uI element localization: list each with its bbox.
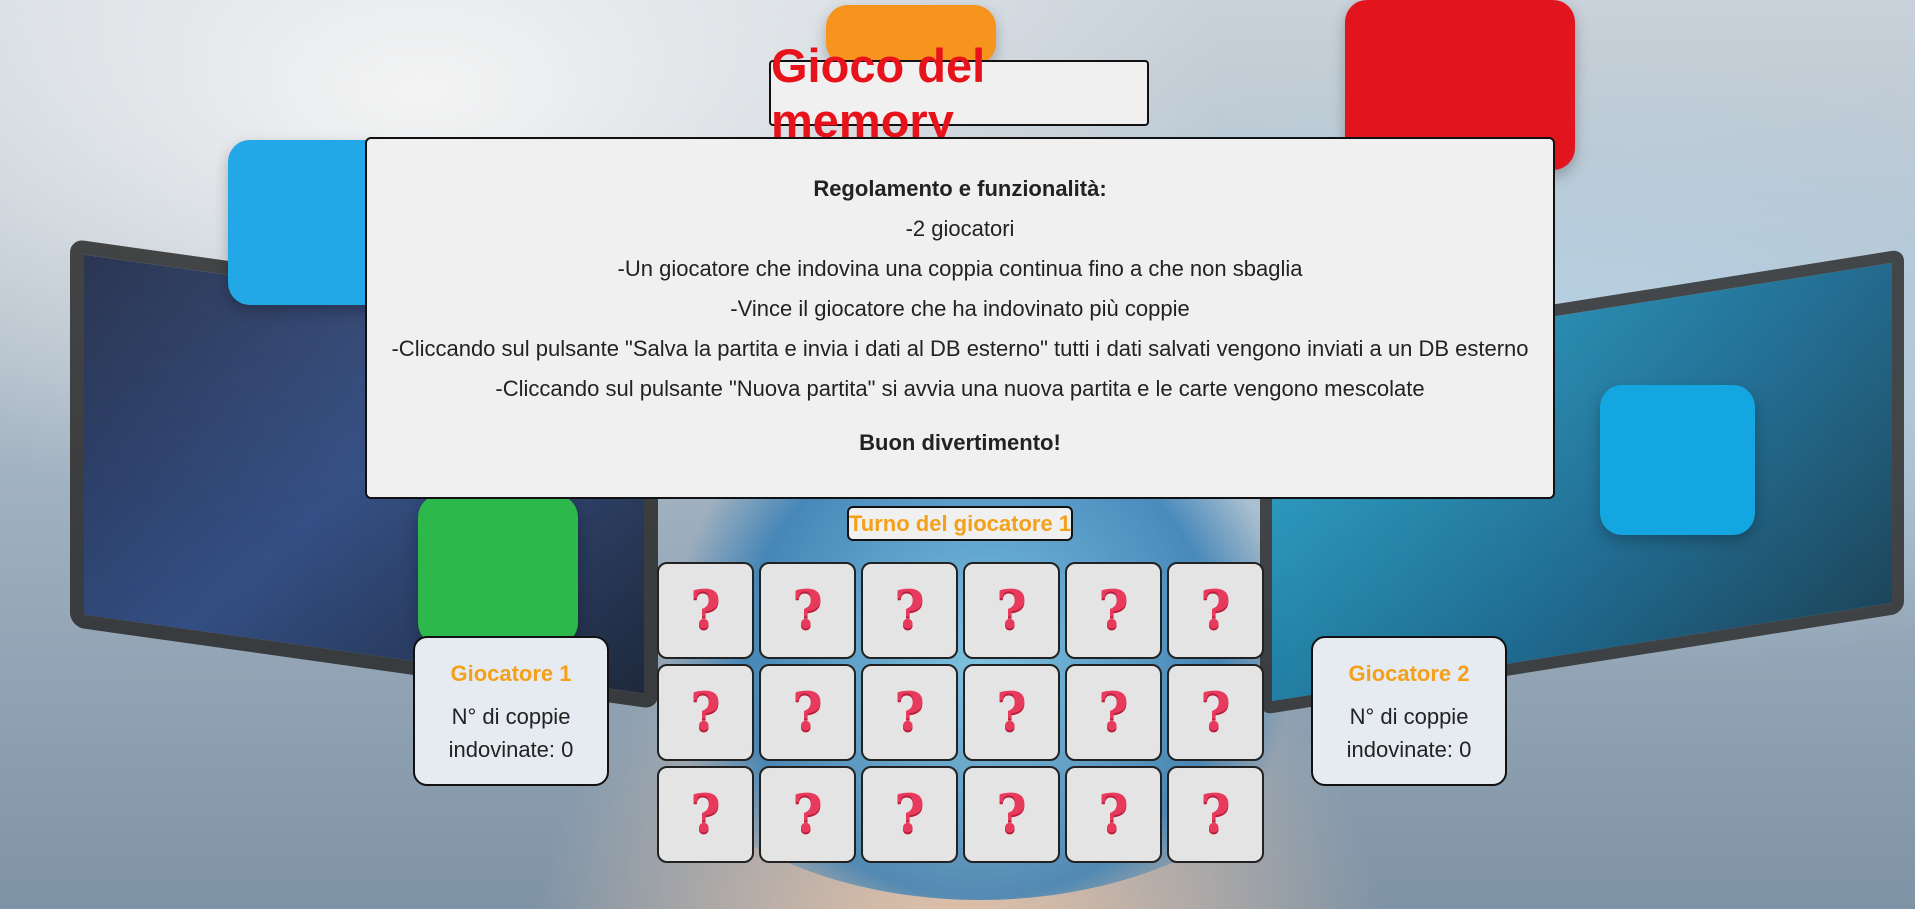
question-mark-icon: ? [1200, 682, 1231, 743]
background-chat-app-icon [228, 140, 388, 305]
memory-card[interactable]: ? [1065, 664, 1162, 761]
memory-card[interactable]: ? [861, 766, 958, 863]
question-mark-icon: ? [1098, 682, 1129, 743]
question-mark-icon: ? [996, 784, 1027, 845]
rules-line: -2 giocatori [905, 216, 1015, 241]
memory-card[interactable]: ? [657, 562, 754, 659]
player-2-score: N° di coppie indovinate: 0 [1346, 704, 1472, 762]
memory-card[interactable]: ? [963, 766, 1060, 863]
rules-panel: Regolamento e funzionalità: -2 giocatori… [365, 137, 1555, 499]
memory-card[interactable]: ? [861, 562, 958, 659]
rules-line: -Cliccando sul pulsante "Salva la partit… [391, 336, 1529, 361]
question-mark-icon: ? [690, 682, 721, 743]
memory-card[interactable]: ? [1065, 766, 1162, 863]
memory-card[interactable]: ? [759, 562, 856, 659]
memory-card[interactable]: ? [759, 664, 856, 761]
question-mark-icon: ? [1200, 784, 1231, 845]
rules-heading: Regolamento e funzionalità: [813, 176, 1107, 201]
memory-card[interactable]: ? [1167, 664, 1264, 761]
memory-card[interactable]: ? [759, 766, 856, 863]
memory-card[interactable]: ? [657, 766, 754, 863]
background-contact-app-icon [418, 495, 578, 645]
question-mark-icon: ? [894, 580, 925, 641]
question-mark-icon: ? [996, 580, 1027, 641]
player-1-name: Giocatore 1 [450, 661, 572, 686]
title-box: Gioco del memory [769, 39, 1149, 147]
background-globe-app-icon [1600, 385, 1755, 535]
player-2-name: Giocatore 2 [1348, 661, 1470, 686]
memory-card[interactable]: ? [657, 664, 754, 761]
memory-card[interactable]: ? [1065, 562, 1162, 659]
memory-card[interactable]: ? [963, 562, 1060, 659]
memory-card[interactable]: ? [1167, 562, 1264, 659]
rules-line: -Cliccando sul pulsante "Nuova partita" … [495, 376, 1425, 401]
page-title: Gioco del memory [771, 39, 986, 147]
question-mark-icon: ? [690, 784, 721, 845]
question-mark-icon: ? [996, 682, 1027, 743]
question-mark-icon: ? [792, 784, 823, 845]
question-mark-icon: ? [894, 682, 925, 743]
turn-indicator: Turno del giocatore 1 [847, 506, 1073, 541]
memory-card[interactable]: ? [963, 664, 1060, 761]
question-mark-icon: ? [792, 580, 823, 641]
question-mark-icon: ? [1200, 580, 1231, 641]
rules-closing: Buon divertimento! [859, 430, 1061, 455]
memory-card[interactable]: ? [861, 664, 958, 761]
player-2-panel: Giocatore 2 N° di coppie indovinate: 0 [1311, 636, 1507, 786]
question-mark-icon: ? [1098, 784, 1129, 845]
question-mark-icon: ? [792, 682, 823, 743]
player-1-score: N° di coppie indovinate: 0 [448, 704, 574, 762]
question-mark-icon: ? [1098, 580, 1129, 641]
player-1-panel: Giocatore 1 N° di coppie indovinate: 0 [413, 636, 609, 786]
rules-line: -Un giocatore che indovina una coppia co… [617, 256, 1303, 281]
question-mark-icon: ? [690, 580, 721, 641]
memory-card[interactable]: ? [1167, 766, 1264, 863]
question-mark-icon: ? [894, 784, 925, 845]
rules-line: -Vince il giocatore che ha indovinato pi… [730, 296, 1190, 321]
